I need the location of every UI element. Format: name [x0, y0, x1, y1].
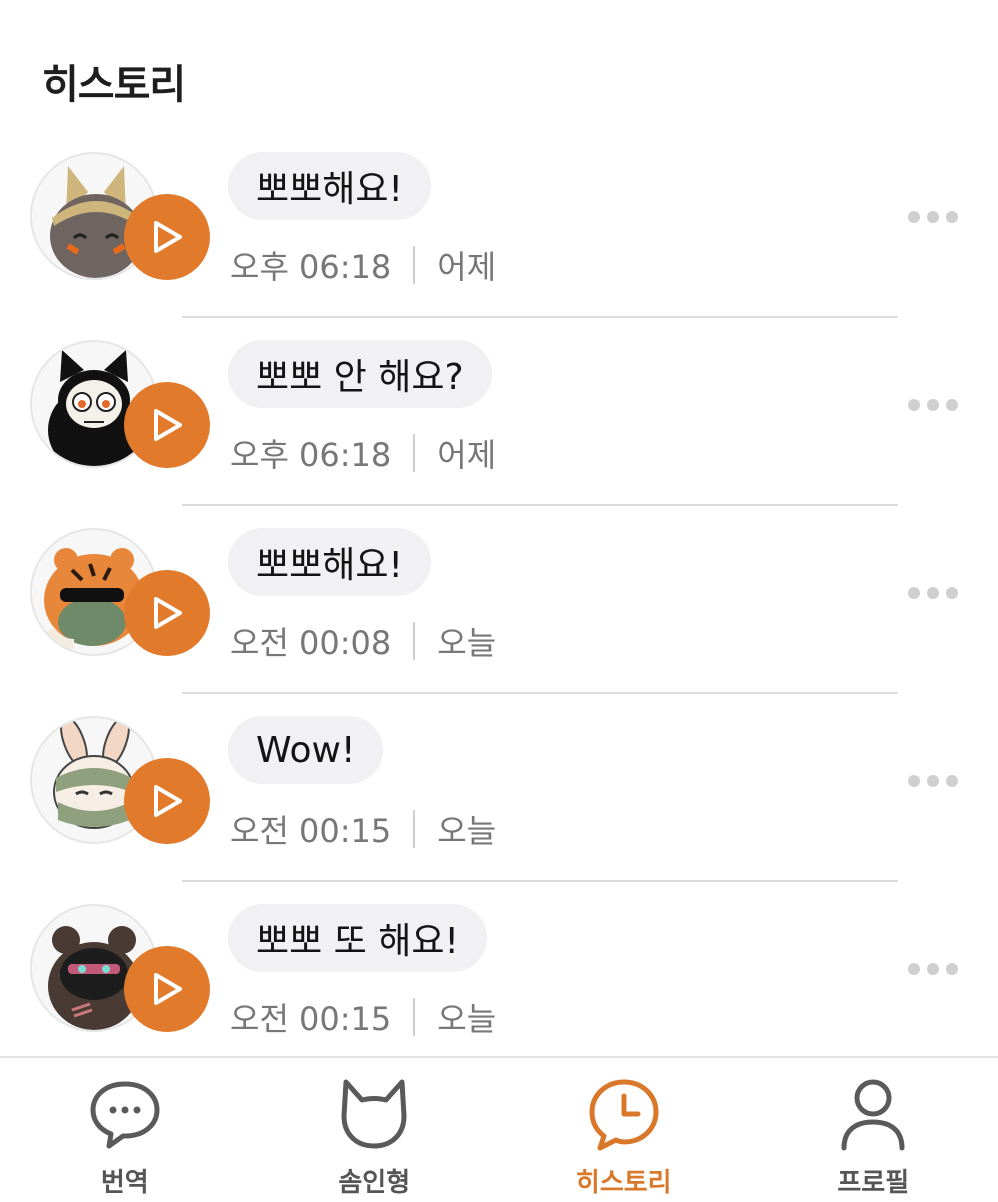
play-icon — [150, 219, 184, 255]
avatar-container — [30, 152, 158, 280]
nav-label: 번역 — [101, 1162, 149, 1199]
more-dot — [946, 399, 958, 411]
message-time: 오전 00:08 — [230, 618, 391, 664]
meta-divider — [413, 998, 415, 1036]
history-item[interactable]: 뽀뽀해요! 오후 06:18 어제 — [0, 130, 998, 318]
play-icon — [150, 783, 184, 819]
message-time: 오전 00:15 — [230, 994, 391, 1040]
more-dot — [927, 587, 939, 599]
nav-item-profile[interactable]: 프로필 — [749, 1058, 998, 1202]
more-dot — [927, 775, 939, 787]
history-item[interactable]: 뽀뽀 또 해요! 오전 00:15 오늘 — [0, 882, 998, 1070]
more-options-button[interactable] — [900, 578, 966, 608]
message-day: 오늘 — [437, 994, 496, 1040]
play-icon — [150, 971, 184, 1007]
meta-divider — [413, 810, 415, 848]
more-dot — [927, 211, 939, 223]
more-dot — [946, 211, 958, 223]
more-dot — [908, 963, 920, 975]
play-icon — [150, 407, 184, 443]
message-meta: 오전 00:08 오늘 — [230, 618, 496, 664]
nav-label: 히스토리 — [576, 1162, 672, 1199]
message-time: 오후 06:18 — [230, 242, 391, 288]
message-meta: 오후 06:18 어제 — [230, 430, 496, 476]
nav-label: 프로필 — [837, 1162, 909, 1199]
play-icon — [150, 595, 184, 631]
history-item[interactable]: 뽀뽀해요! 오전 00:08 오늘 — [0, 506, 998, 694]
nav-item-translate[interactable]: 번역 — [0, 1058, 250, 1202]
more-options-button[interactable] — [900, 202, 966, 232]
avatar-container — [30, 904, 158, 1032]
play-button[interactable] — [124, 570, 210, 656]
bottom-nav: 번역 솜인형 히스토리 프로필 — [0, 1056, 998, 1202]
avatar-container — [30, 340, 158, 468]
meta-divider — [413, 434, 415, 472]
message-meta: 오전 00:15 오늘 — [230, 806, 496, 852]
meta-divider — [413, 246, 415, 284]
more-dot — [908, 587, 920, 599]
nav-item-history[interactable]: 히스토리 — [499, 1058, 749, 1202]
person-icon — [833, 1074, 913, 1154]
message-bubble: 뽀뽀 안 해요? — [228, 340, 492, 408]
message-meta: 오전 00:15 오늘 — [230, 994, 496, 1040]
play-button[interactable] — [124, 758, 210, 844]
message-bubble: 뽀뽀해요! — [228, 152, 431, 220]
more-dot — [946, 775, 958, 787]
message-day: 오늘 — [437, 618, 496, 664]
more-dot — [927, 963, 939, 975]
message-day: 어제 — [437, 242, 496, 288]
chat-bubble-icon — [85, 1074, 165, 1154]
history-item[interactable]: Wow! 오전 00:15 오늘 — [0, 694, 998, 882]
message-bubble: 뽀뽀 또 해요! — [228, 904, 487, 972]
page-title: 히스토리 — [42, 52, 185, 110]
cat-head-icon — [334, 1074, 414, 1154]
avatar-container — [30, 716, 158, 844]
nav-item-plush[interactable]: 솜인형 — [250, 1058, 500, 1202]
nav-label: 솜인형 — [338, 1162, 410, 1199]
more-dot — [946, 963, 958, 975]
history-list: 뽀뽀해요! 오후 06:18 어제 — [0, 130, 998, 1070]
message-meta: 오후 06:18 어제 — [230, 242, 496, 288]
clock-bubble-icon — [584, 1074, 664, 1154]
more-options-button[interactable] — [900, 390, 966, 420]
play-button[interactable] — [124, 946, 210, 1032]
more-dot — [927, 399, 939, 411]
message-bubble: 뽀뽀해요! — [228, 528, 431, 596]
history-item[interactable]: 뽀뽀 안 해요? 오후 06:18 어제 — [0, 318, 998, 506]
message-time: 오후 06:18 — [230, 430, 391, 476]
more-options-button[interactable] — [900, 954, 966, 984]
more-options-button[interactable] — [900, 766, 966, 796]
message-bubble: Wow! — [228, 716, 383, 784]
more-dot — [908, 211, 920, 223]
message-time: 오전 00:15 — [230, 806, 391, 852]
more-dot — [946, 587, 958, 599]
message-day: 어제 — [437, 430, 496, 476]
more-dot — [908, 775, 920, 787]
avatar-container — [30, 528, 158, 656]
more-dot — [908, 399, 920, 411]
message-day: 오늘 — [437, 806, 496, 852]
play-button[interactable] — [124, 382, 210, 468]
meta-divider — [413, 622, 415, 660]
play-button[interactable] — [124, 194, 210, 280]
